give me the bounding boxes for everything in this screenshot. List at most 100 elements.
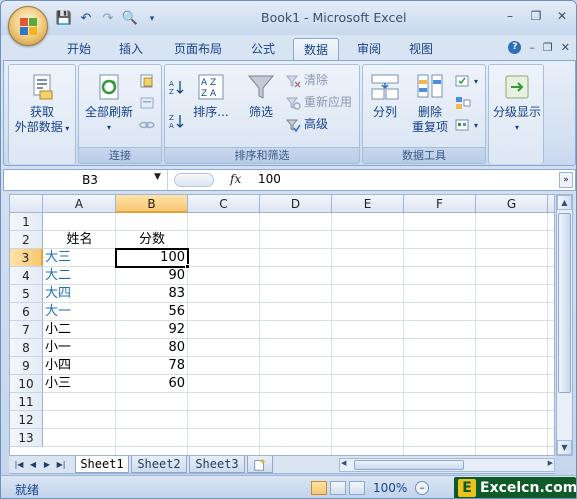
- help-icon[interactable]: ?: [508, 41, 522, 54]
- reapply-button[interactable]: 重新应用: [285, 93, 352, 111]
- zoom-out-icon[interactable]: –: [415, 481, 429, 495]
- row-header-7[interactable]: 7: [10, 321, 43, 339]
- text-to-columns-button[interactable]: 分列: [365, 71, 405, 120]
- vertical-scrollbar[interactable]: ▲ ▼: [556, 194, 573, 456]
- cell-a10[interactable]: 小三: [43, 375, 116, 393]
- column-header-g[interactable]: G: [476, 195, 548, 213]
- tab-view[interactable]: 视图: [399, 38, 443, 60]
- minimize-button[interactable]: –: [498, 6, 522, 26]
- tab-page-layout[interactable]: 页面布局: [165, 38, 231, 60]
- refresh-all-button[interactable]: 全部刷新 ▾: [81, 71, 137, 135]
- ribbon-restore-icon[interactable]: ❐: [543, 41, 553, 54]
- cell-a3[interactable]: 大三: [43, 249, 116, 267]
- cell-b8[interactable]: 80: [116, 339, 188, 357]
- clear-filter-button[interactable]: 清除: [285, 71, 328, 89]
- fill-handle[interactable]: [185, 264, 190, 269]
- cell-b10[interactable]: 60: [116, 375, 188, 393]
- row-header-8[interactable]: 8: [10, 339, 43, 357]
- tab-data[interactable]: 数据: [293, 38, 339, 60]
- insert-sheet-button[interactable]: [247, 456, 273, 473]
- expand-formula-bar-icon[interactable]: »: [559, 172, 573, 188]
- cell-b7[interactable]: 92: [116, 321, 188, 339]
- formula-input[interactable]: 100: [258, 172, 281, 186]
- ribbon-minimize-icon[interactable]: –: [529, 41, 535, 54]
- sort-button[interactable]: A Z Z A 排序...: [191, 71, 231, 120]
- row-header-11[interactable]: 11: [10, 393, 43, 411]
- save-icon[interactable]: 💾: [55, 10, 73, 28]
- properties-button[interactable]: [139, 93, 158, 111]
- scroll-up-icon[interactable]: ▲: [557, 195, 572, 210]
- cell-a2[interactable]: 姓名: [43, 231, 116, 249]
- close-button[interactable]: ✕: [550, 6, 574, 26]
- tab-review[interactable]: 审阅: [347, 38, 391, 60]
- cell-b6[interactable]: 56: [116, 303, 188, 321]
- cell-b4[interactable]: 90: [116, 267, 188, 285]
- sheet-tab-sheet3[interactable]: Sheet3: [189, 456, 245, 473]
- cell-a4[interactable]: 大二: [43, 267, 116, 285]
- scroll-right-icon[interactable]: ▶: [548, 459, 553, 467]
- tab-home[interactable]: 开始: [59, 38, 99, 60]
- column-header-a[interactable]: A: [43, 195, 116, 213]
- formula-resize-handle[interactable]: [174, 173, 214, 187]
- row-header-10[interactable]: 10: [10, 375, 43, 393]
- row-header-5[interactable]: 5: [10, 285, 43, 303]
- page-break-preview-button[interactable]: [349, 481, 365, 495]
- name-box[interactable]: B3: [10, 171, 170, 189]
- name-box-dropdown-icon[interactable]: ▼: [154, 172, 161, 182]
- workbook-close-icon[interactable]: ✕: [561, 41, 570, 54]
- cell-a5[interactable]: 大四: [43, 285, 116, 303]
- first-sheet-icon[interactable]: |◀: [13, 458, 25, 471]
- select-all-button[interactable]: [10, 195, 43, 213]
- consolidate-button[interactable]: [455, 93, 474, 111]
- sort-za-button[interactable]: ZA: [169, 111, 188, 129]
- undo-icon[interactable]: ↶: [77, 10, 95, 28]
- advanced-filter-button[interactable]: 高级: [285, 115, 328, 133]
- tab-insert[interactable]: 插入: [111, 38, 151, 60]
- filter-button[interactable]: 筛选: [241, 71, 281, 120]
- zoom-level[interactable]: 100%: [373, 481, 407, 495]
- outline-dropdown-icon[interactable]: ▾: [489, 120, 545, 135]
- cell-b5[interactable]: 83: [116, 285, 188, 303]
- cell-a9[interactable]: 小四: [43, 357, 116, 375]
- cell-b2[interactable]: 分数: [116, 231, 188, 249]
- row-header-9[interactable]: 9: [10, 357, 43, 375]
- vertical-scroll-thumb[interactable]: [558, 213, 571, 393]
- row-header-12[interactable]: 12: [10, 411, 43, 429]
- sort-az-button[interactable]: AZ: [169, 77, 188, 95]
- column-header-f[interactable]: F: [404, 195, 476, 213]
- normal-view-button[interactable]: [311, 481, 327, 495]
- redo-icon[interactable]: ↷: [99, 10, 117, 28]
- row-header-4[interactable]: 4: [10, 267, 43, 285]
- worksheet-grid[interactable]: A B C D E F G 1 2 3 4 5 6 7 8 9 10 11 12…: [9, 194, 555, 456]
- row-header-2[interactable]: 2: [10, 231, 43, 249]
- cell-a7[interactable]: 小二: [43, 321, 116, 339]
- prev-sheet-icon[interactable]: ◀: [27, 458, 39, 471]
- row-header-6[interactable]: 6: [10, 303, 43, 321]
- row-header-1[interactable]: 1: [10, 213, 43, 231]
- cell-a6[interactable]: 大一: [43, 303, 116, 321]
- row-header-3[interactable]: 3: [10, 249, 43, 267]
- page-layout-view-button[interactable]: [330, 481, 346, 495]
- insert-function-icon[interactable]: fx: [230, 172, 241, 186]
- scroll-down-icon[interactable]: ▼: [557, 440, 572, 455]
- column-header-e[interactable]: E: [332, 195, 404, 213]
- get-external-data-button[interactable]: 获取 外部数据 ▾: [11, 71, 73, 136]
- horizontal-scroll-thumb[interactable]: [354, 460, 464, 470]
- sheet-tab-sheet1[interactable]: Sheet1: [75, 456, 129, 473]
- print-preview-icon[interactable]: 🔍: [121, 10, 139, 28]
- next-sheet-icon[interactable]: ▶: [41, 458, 53, 471]
- what-if-button[interactable]: ▾: [455, 115, 478, 133]
- connections-button[interactable]: [139, 71, 158, 89]
- customize-icon[interactable]: ▾: [143, 10, 161, 28]
- last-sheet-icon[interactable]: ▶|: [55, 458, 67, 471]
- sheet-tab-sheet2[interactable]: Sheet2: [131, 456, 187, 473]
- remove-duplicates-button[interactable]: 删除 重复项: [407, 71, 453, 135]
- horizontal-scrollbar[interactable]: ◀ ▶: [339, 458, 555, 472]
- maximize-button[interactable]: ❐: [524, 6, 548, 26]
- scroll-left-icon[interactable]: ◀: [341, 459, 346, 467]
- column-header-c[interactable]: C: [188, 195, 260, 213]
- cell-a8[interactable]: 小一: [43, 339, 116, 357]
- refresh-dropdown-icon[interactable]: ▾: [81, 120, 137, 135]
- outline-button[interactable]: 分级显示 ▾: [489, 71, 545, 135]
- office-button[interactable]: [8, 6, 48, 46]
